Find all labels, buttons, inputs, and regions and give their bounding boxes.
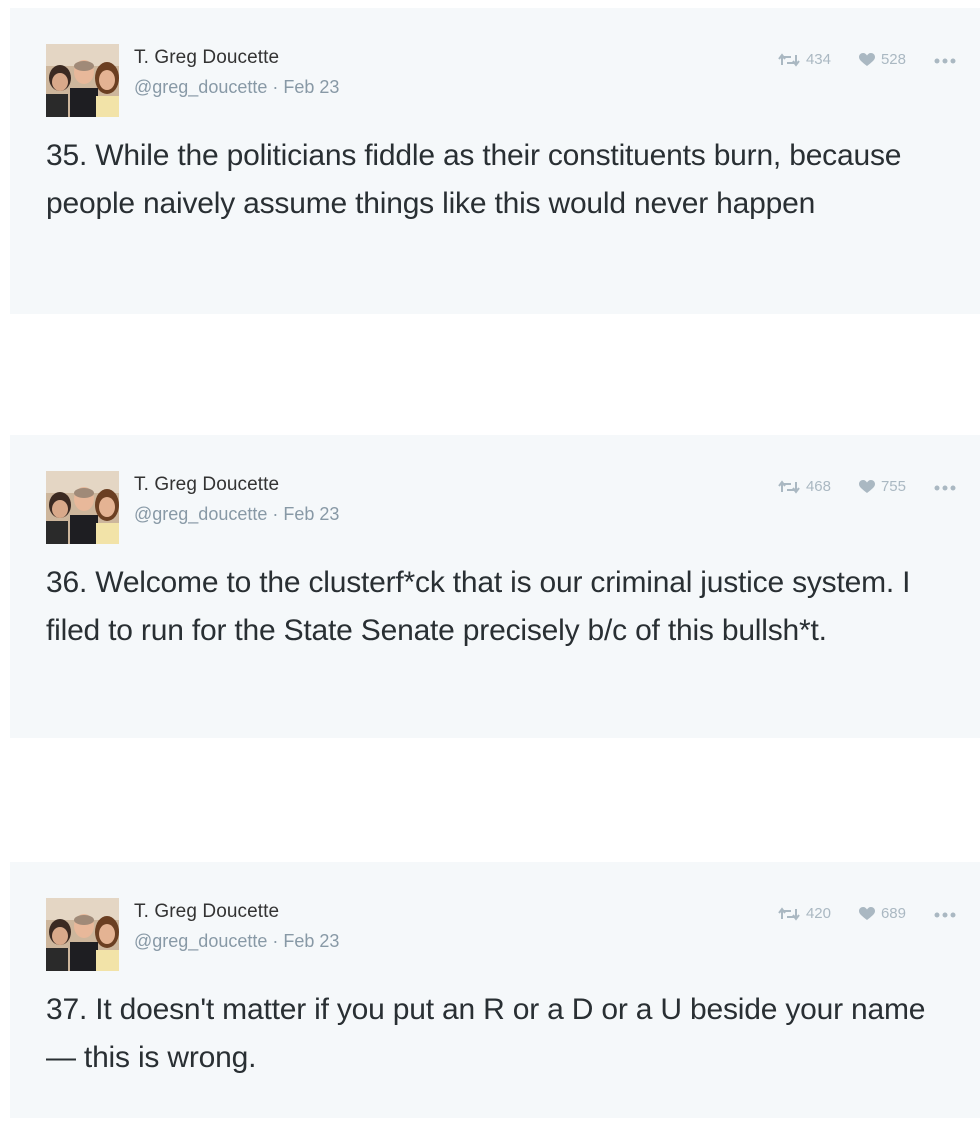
avatar[interactable]	[46, 898, 119, 971]
tweet-text: 35. While the politicians fiddle as thei…	[46, 139, 902, 220]
avatar-photo	[46, 898, 119, 971]
tweet-meta: @greg_doucette · Feb 23	[134, 932, 339, 950]
tweet-actions: 468 755	[778, 479, 956, 494]
avatar-photo	[46, 44, 119, 117]
like-count: 528	[880, 51, 906, 68]
retweet-count: 434	[805, 51, 831, 68]
tweet-author: T. Greg Doucette @greg_doucette · Feb 23	[134, 475, 339, 523]
tweet-text: 36. Welcome to the clusterf*ck that is o…	[46, 566, 911, 647]
tweet-meta: @greg_doucette · Feb 23	[134, 78, 339, 96]
tweet-author: T. Greg Doucette @greg_doucette · Feb 23	[134, 902, 339, 950]
retweet-count: 420	[805, 905, 831, 922]
more-button[interactable]	[934, 906, 956, 921]
like-count: 689	[880, 905, 906, 922]
like-button[interactable]: 755	[858, 478, 906, 495]
tweet-actions: 434 528	[778, 52, 956, 67]
author-name[interactable]: T. Greg Doucette	[134, 902, 339, 921]
author-handle[interactable]: @greg_doucette	[134, 77, 267, 97]
author-name[interactable]: T. Greg Doucette	[134, 475, 339, 494]
more-button[interactable]	[934, 479, 956, 494]
retweet-count: 468	[805, 478, 831, 495]
tweet-card[interactable]: T. Greg Doucette @greg_doucette · Feb 23 4…	[10, 435, 980, 738]
avatar[interactable]	[46, 44, 119, 117]
like-button[interactable]: 689	[858, 905, 906, 922]
tweet-meta: @greg_doucette · Feb 23	[134, 505, 339, 523]
ellipsis-icon	[934, 912, 956, 918]
ellipsis-icon	[934, 58, 956, 64]
tweet-card[interactable]: T. Greg Doucette @greg_doucette · Feb 23 4…	[10, 862, 980, 1118]
more-button[interactable]	[934, 52, 956, 67]
like-count: 755	[880, 478, 906, 495]
tweet-card[interactable]: T. Greg Doucette @greg_doucette · Feb 23 4…	[10, 8, 980, 314]
retweet-icon	[778, 906, 800, 921]
retweet-button[interactable]: 434	[778, 52, 831, 67]
ellipsis-icon	[934, 485, 956, 491]
author-name[interactable]: T. Greg Doucette	[134, 48, 339, 67]
meta-separator: ·	[272, 77, 279, 97]
author-handle[interactable]: @greg_doucette	[134, 504, 267, 524]
retweet-icon	[778, 52, 800, 67]
heart-icon	[858, 479, 875, 493]
heart-icon	[858, 906, 875, 920]
author-handle[interactable]: @greg_doucette	[134, 931, 267, 951]
retweet-button[interactable]: 468	[778, 479, 831, 494]
avatar[interactable]	[46, 471, 119, 544]
meta-separator: ·	[272, 931, 279, 951]
tweet-date[interactable]: Feb 23	[283, 504, 339, 524]
like-button[interactable]: 528	[858, 51, 906, 68]
avatar-photo	[46, 471, 119, 544]
heart-icon	[858, 52, 875, 66]
tweet-text: 37. It doesn't matter if you put an R or…	[46, 993, 926, 1074]
retweet-button[interactable]: 420	[778, 906, 831, 921]
meta-separator: ·	[272, 504, 279, 524]
retweet-icon	[778, 479, 800, 494]
tweet-date[interactable]: Feb 23	[283, 77, 339, 97]
tweet-author: T. Greg Doucette @greg_doucette · Feb 23	[134, 48, 339, 96]
tweet-date[interactable]: Feb 23	[283, 931, 339, 951]
tweet-actions: 420 689	[778, 906, 956, 921]
